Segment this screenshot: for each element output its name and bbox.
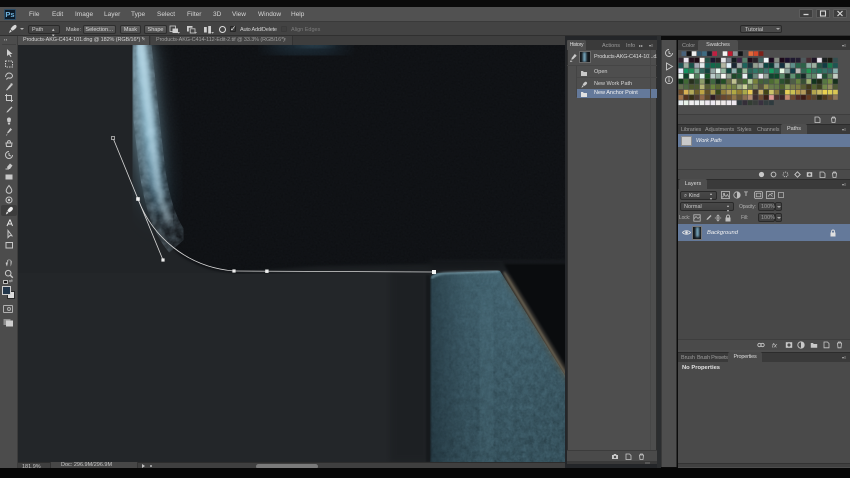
svg-text:fx: fx: [772, 343, 778, 350]
